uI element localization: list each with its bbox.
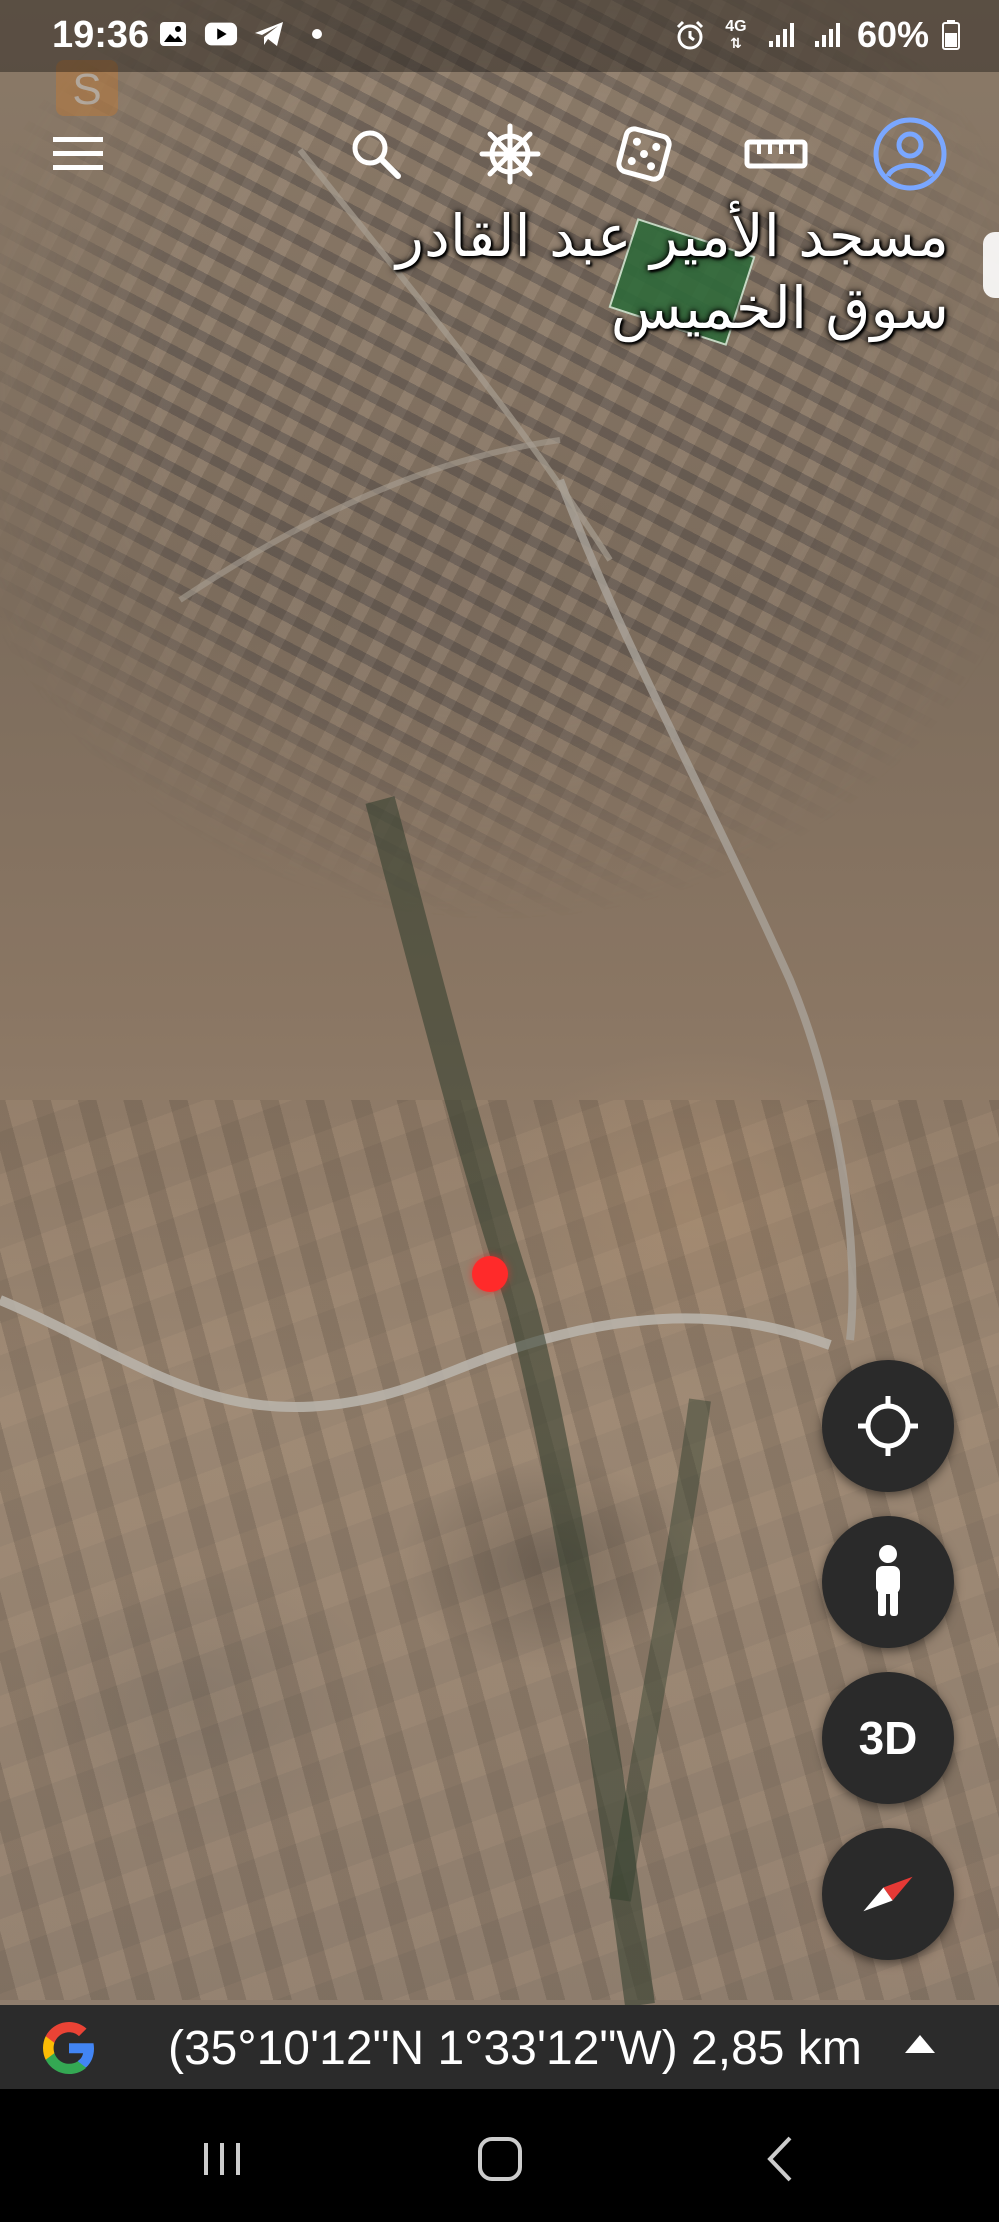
- random-place-button[interactable]: [602, 112, 686, 196]
- ruler-icon: [744, 139, 808, 169]
- telegram-icon: [252, 18, 286, 50]
- dot-icon: [300, 18, 334, 50]
- svg-text:S: S: [72, 65, 101, 114]
- account-icon: [873, 117, 947, 191]
- voyager-button[interactable]: [468, 112, 552, 196]
- river-vegetation-2: [609, 1398, 711, 1902]
- measure-button[interactable]: [734, 112, 818, 196]
- status-bar: 19:36 4G ⇅ 60%: [0, 0, 999, 72]
- back-icon: [767, 2136, 792, 2182]
- toggle-3d-label: 3D: [858, 1712, 918, 1764]
- coordinates-readout: (35°10'12"N 1°33'12"W) 2,85 km: [168, 2022, 862, 2075]
- menu-button[interactable]: [36, 112, 120, 196]
- account-button[interactable]: [868, 112, 952, 196]
- pegman-icon: [876, 1545, 900, 1616]
- main-road: [0, 1295, 832, 1413]
- info-bar[interactable]: (35°10'12"N 1°33'12"W) 2,85 km: [0, 2005, 999, 2089]
- street-view-button[interactable]: [822, 1516, 954, 1648]
- network-type-label: 4G: [725, 18, 747, 35]
- alarm-icon: [673, 19, 707, 51]
- gallery-icon: [156, 18, 190, 50]
- crosshair-icon: [858, 1396, 918, 1456]
- back-button[interactable]: [740, 2119, 820, 2199]
- town-street-2: [178, 437, 561, 603]
- compass-icon: [863, 1876, 913, 1912]
- network-type-icon: 4G ⇅: [725, 18, 747, 52]
- status-time: 19:36: [52, 14, 150, 56]
- river-vegetation: [365, 796, 655, 2005]
- signal-icon: [765, 19, 799, 51]
- search-button[interactable]: [334, 112, 418, 196]
- home-button[interactable]: [460, 2119, 540, 2199]
- menu-icon: [53, 137, 103, 170]
- my-location-button[interactable]: [822, 1360, 954, 1492]
- google-g-icon: [38, 2017, 100, 2084]
- youtube-icon: [204, 18, 238, 50]
- battery-icon: [941, 19, 961, 51]
- expand-arrow-icon[interactable]: [905, 2035, 935, 2053]
- voyager-wheel-icon: [479, 123, 541, 185]
- home-icon: [478, 2137, 522, 2181]
- recents-button[interactable]: [182, 2119, 262, 2199]
- secondary-road: [556, 478, 857, 1341]
- search-icon: [352, 130, 401, 179]
- place-label[interactable]: مسجد الأمير عبد القادر سوق الخميس: [329, 200, 949, 344]
- toggle-3d-button[interactable]: 3D: [822, 1672, 954, 1804]
- compass-button[interactable]: [822, 1828, 954, 1960]
- side-panel-handle[interactable]: [983, 232, 999, 298]
- map-pin[interactable]: [472, 1256, 508, 1292]
- dice-icon: [616, 126, 672, 182]
- system-nav-bar: [0, 2089, 999, 2222]
- battery-percent: 60%: [856, 14, 929, 55]
- signal-icon: [811, 19, 845, 51]
- recents-icon: [204, 2143, 240, 2175]
